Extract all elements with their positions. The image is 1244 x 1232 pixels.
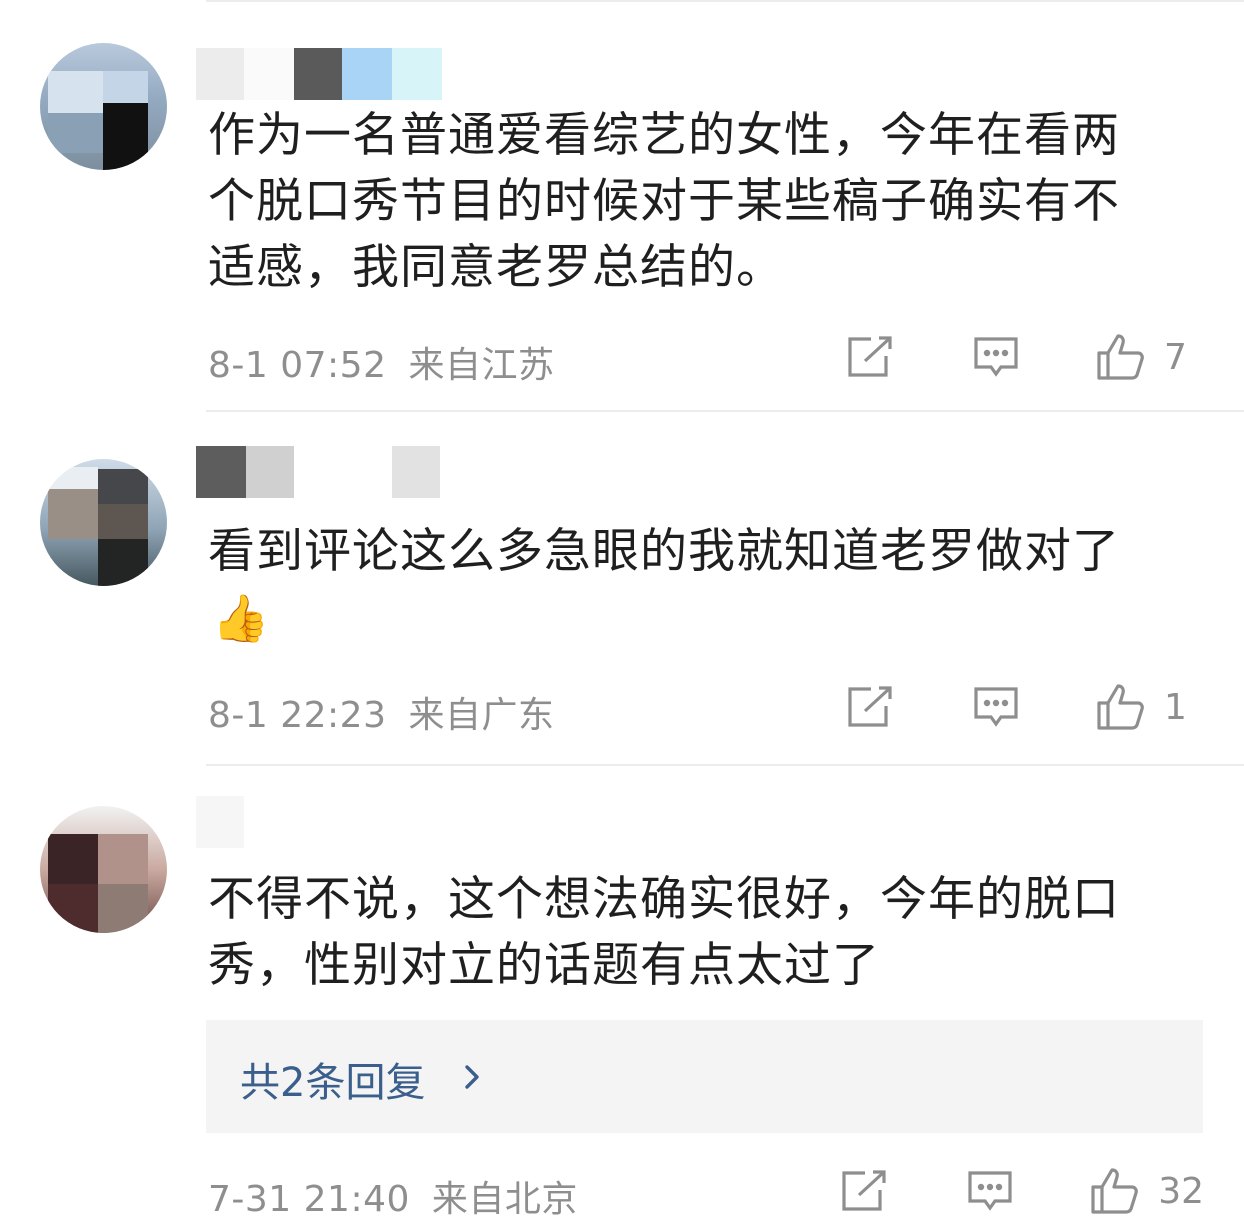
comment-icon[interactable] <box>968 329 1024 385</box>
comment-date: 7-31 21:40 <box>208 1179 410 1220</box>
comment-line: 看到评论这么多急眼的我就知道老罗做对了 <box>208 524 1120 579</box>
avatar[interactable] <box>40 459 167 586</box>
comment-divider <box>206 410 1244 412</box>
view-replies-button[interactable]: 共2条回复 <box>206 1020 1203 1133</box>
username-redacted[interactable] <box>196 796 446 848</box>
thumbs-up-icon[interactable] <box>1088 1163 1144 1219</box>
share-icon[interactable] <box>842 329 898 385</box>
share-icon[interactable] <box>836 1163 892 1219</box>
top-divider <box>206 0 1244 2</box>
username-redacted[interactable] <box>196 48 446 100</box>
comment-line: 不得不说，这个想法确实很好，今年的脱口 <box>208 872 1120 927</box>
username-redacted[interactable] <box>196 446 446 498</box>
share-icon[interactable] <box>842 679 898 735</box>
comment-line: 作为一名普通爱看综艺的女性，今年在看两 <box>208 108 1120 163</box>
comment-text: 不得不说，这个想法确实很好，今年的脱口 秀，性别对立的话题有点太过了 <box>208 867 1198 999</box>
thumbs-up-emoji: 👍 <box>212 591 270 645</box>
comment-icon[interactable] <box>968 679 1024 735</box>
comment-location: 来自北京 <box>431 1179 578 1220</box>
comment-text: 作为一名普通爱看综艺的女性，今年在看两 个脱口秀节目的时候对于某些稿子确实有不 … <box>208 103 1198 301</box>
comment-location: 来自江苏 <box>408 345 555 386</box>
comment-divider <box>206 764 1244 766</box>
avatar[interactable] <box>40 806 167 933</box>
comment-actions: 7 <box>842 329 1204 385</box>
comment-line: 适感，我同意老罗总结的。 <box>208 240 784 295</box>
like-count: 32 <box>1158 1170 1204 1212</box>
comment-actions: 1 <box>842 679 1204 735</box>
like-count: 1 <box>1164 686 1187 728</box>
avatar[interactable] <box>40 43 167 170</box>
comment-meta: 8-1 22:23 来自广东 <box>208 686 554 738</box>
comment-line: 个脱口秀节目的时候对于某些稿子确实有不 <box>208 174 1120 229</box>
thumbs-up-icon[interactable] <box>1094 679 1150 735</box>
comment-meta: 8-1 07:52 来自江苏 <box>208 336 554 388</box>
comment-icon[interactable] <box>962 1163 1018 1219</box>
replies-count-label: 共2条回复 <box>240 1060 426 1106</box>
comment-text: 看到评论这么多急眼的我就知道老罗做对了 <box>208 519 1198 585</box>
comment-date: 8-1 22:23 <box>208 695 387 736</box>
comment-meta: 7-31 21:40 来自北京 <box>208 1170 578 1222</box>
comment-actions: 32 <box>836 1163 1204 1219</box>
comment-location: 来自广东 <box>408 695 555 736</box>
comment-line: 秀，性别对立的话题有点太过了 <box>208 938 880 993</box>
thumbs-up-icon[interactable] <box>1094 329 1150 385</box>
like-count: 7 <box>1164 336 1187 378</box>
chevron-right-icon <box>464 1064 480 1094</box>
comment-date: 8-1 07:52 <box>208 345 387 386</box>
